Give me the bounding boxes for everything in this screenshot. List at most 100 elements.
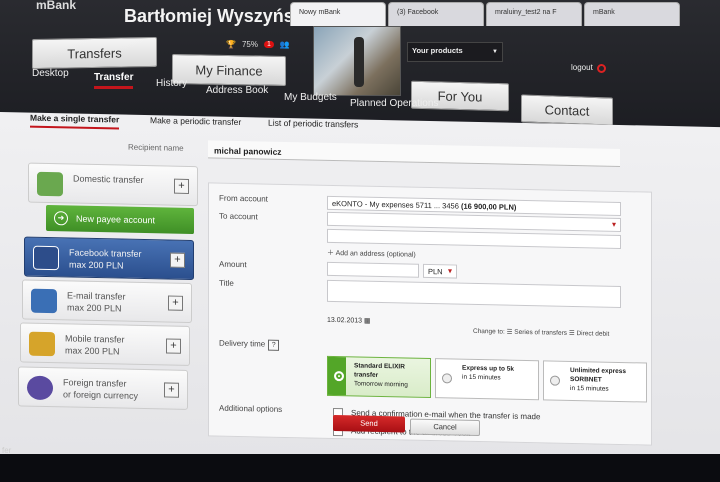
from-account-balance: (16 900,00 PLN) <box>460 201 517 212</box>
globe-icon <box>27 375 53 401</box>
sidebar-item-label: E-mail transfer max 200 PLN <box>67 289 126 314</box>
plus-icon[interactable]: + <box>174 178 189 194</box>
user-name: Bartłomiej Wyszyński <box>124 6 309 26</box>
power-icon[interactable] <box>597 64 606 73</box>
trophy-icon: 🏆 <box>226 40 236 49</box>
your-products-label: Your products <box>412 46 463 55</box>
currency-select[interactable]: PLN <box>423 263 457 279</box>
add-address-link[interactable]: ＋ Add an address (optional) <box>327 248 416 260</box>
plus-icon[interactable]: + <box>164 382 179 398</box>
send-button[interactable]: Send <box>333 414 405 433</box>
screen: mBank Bartłomiej Wyszyński 🏆 75% 1 👥 Tra… <box>0 0 720 482</box>
envelope-icon <box>31 288 57 314</box>
nav-desktop[interactable]: Desktop <box>32 68 69 79</box>
date-value: 13.02.2013 <box>327 316 363 325</box>
help-icon[interactable]: ? <box>268 339 280 351</box>
tab-single-transfer[interactable]: Make a single transfer <box>30 113 119 125</box>
main-nav: Desktop Transfer History Address Book My… <box>32 68 472 109</box>
plus-icon[interactable]: + <box>168 295 183 311</box>
new-payee-button[interactable]: ➜ New payee account <box>46 204 194 235</box>
series-link[interactable]: Series of transfers <box>514 329 567 337</box>
delivery-option-sorbnet[interactable]: Unlimited express SORBNET in 15 minutes <box>543 360 647 403</box>
notification-badge[interactable]: 1 <box>263 41 274 48</box>
plus-icon[interactable]: + <box>166 338 181 354</box>
tab-periodic-list[interactable]: List of periodic transfers <box>268 118 358 130</box>
delivery-time-text: Delivery time <box>219 338 266 349</box>
nav-address-book[interactable]: Address Book <box>206 85 268 96</box>
browser-tab[interactable]: (3) Facebook <box>388 2 484 26</box>
facebook-transfer-limit: max 200 PLN <box>69 259 124 271</box>
your-products-dropdown[interactable]: Your products ▼ <box>407 42 503 62</box>
phone-icon <box>29 331 55 357</box>
delivery-title: Express up to 5k <box>462 364 515 373</box>
delivery-title: Standard ELIXIR transfer <box>354 362 405 379</box>
sidebar-item-label: Mobile transfer max 200 PLN <box>65 332 125 357</box>
chevron-down-icon: ▼ <box>492 49 498 55</box>
direct-debit-icon: ☰ <box>568 329 575 338</box>
delivery-option-express[interactable]: Express up to 5k in 15 minutes <box>435 358 539 401</box>
mbank-logo[interactable]: mBank <box>36 0 76 12</box>
delivery-time-label: Delivery time? <box>219 338 280 351</box>
tab-periodic-transfer[interactable]: Make a periodic transfer <box>150 115 241 127</box>
to-account-input[interactable] <box>327 228 621 250</box>
radio-selected-icon <box>334 370 344 382</box>
foreign-transfer-sub: or foreign currency <box>63 389 139 401</box>
browser-tab-strip: Nowy mBank (3) Facebook mraluiny_test2 n… <box>290 0 720 26</box>
nav-transfer[interactable]: Transfer <box>94 72 134 89</box>
foreign-transfer-card[interactable]: Foreign transfer or foreign currency + <box>18 366 188 410</box>
delivery-detail: in 15 minutes <box>462 373 501 382</box>
add-address-label: Add an address (optional) <box>335 250 416 259</box>
additional-options-label: Additional options <box>219 403 283 414</box>
delivery-detail: in 15 minutes <box>570 384 609 393</box>
email-transfer-card[interactable]: E-mail transfer max 200 PLN + <box>22 279 192 324</box>
arrow-right-icon: ➜ <box>54 211 68 226</box>
browser-tab[interactable]: mraluiny_test2 na F <box>486 2 582 26</box>
delivery-detail: Tomorrow morning <box>354 380 408 389</box>
recipient-label: Recipient name <box>128 142 184 153</box>
radio-icon <box>550 375 560 386</box>
change-to-row: Change to: ☰ Series of transfers ☰ Direc… <box>473 327 609 338</box>
foreign-transfer-label: Foreign transfer <box>63 377 127 389</box>
mobile-transfer-limit: max 200 PLN <box>65 345 120 357</box>
sidebar-item-label: Facebook transfer max 200 PLN <box>69 246 142 272</box>
transfer-form: From account eKONTO - My expenses 5711 .… <box>208 182 652 446</box>
new-payee-label: New payee account <box>76 213 156 226</box>
series-icon: ☰ <box>506 328 513 336</box>
from-account-label: From account <box>219 193 268 204</box>
screen-bottom-edge <box>0 454 720 482</box>
domestic-transfer-card[interactable]: Domestic transfer + <box>28 162 198 207</box>
facebook-transfer-card[interactable]: Facebook transfer max 200 PLN + <box>24 236 194 281</box>
radio-icon <box>442 373 452 384</box>
amount-label: Amount <box>219 259 247 270</box>
browser-tab[interactable]: Nowy mBank <box>290 2 386 26</box>
change-to-label: Change to: <box>473 327 505 336</box>
nav-planned-operations[interactable]: Planned Operations <box>350 98 438 109</box>
user-stats: 🏆 75% 1 👥 <box>226 40 290 49</box>
amount-input[interactable] <box>327 261 419 278</box>
cancel-button[interactable]: Cancel <box>410 418 480 437</box>
people-icon <box>37 171 63 197</box>
facebook-transfer-label: Facebook transfer <box>69 247 142 259</box>
currency-value: PLN <box>428 266 443 277</box>
contact-button[interactable]: Contact <box>521 94 613 126</box>
direct-debit-link[interactable]: Direct debit <box>576 330 609 338</box>
title-label: Title <box>219 278 234 288</box>
sidebar-item-label: Domestic transfer <box>73 173 144 186</box>
from-account-value: eKONTO - My expenses 5711 ... 3456 <box>332 198 459 211</box>
mobile-transfer-card[interactable]: Mobile transfer max 200 PLN + <box>20 322 190 366</box>
facebook-icon <box>33 245 59 271</box>
delivery-title: Unlimited express SORBNET <box>570 366 626 384</box>
email-transfer-limit: max 200 PLN <box>67 302 122 314</box>
nav-my-budgets[interactable]: My Budgets <box>284 92 337 103</box>
content-panel: Make a single transfer Make a periodic t… <box>0 112 720 473</box>
title-input[interactable] <box>327 279 621 309</box>
nav-history[interactable]: History <box>156 78 187 89</box>
plus-icon[interactable]: + <box>170 252 185 268</box>
to-account-label: To account <box>219 211 258 222</box>
logout-link[interactable]: logout <box>571 63 593 72</box>
browser-tab[interactable]: mBank <box>584 2 680 26</box>
delivery-option-standard[interactable]: Standard ELIXIR transfer Tomorrow mornin… <box>327 355 431 399</box>
transfers-button[interactable]: Transfers <box>32 36 157 70</box>
date-picker[interactable]: 13.02.2013 ▦ <box>327 316 371 325</box>
profile-percent: 75% <box>241 40 258 49</box>
